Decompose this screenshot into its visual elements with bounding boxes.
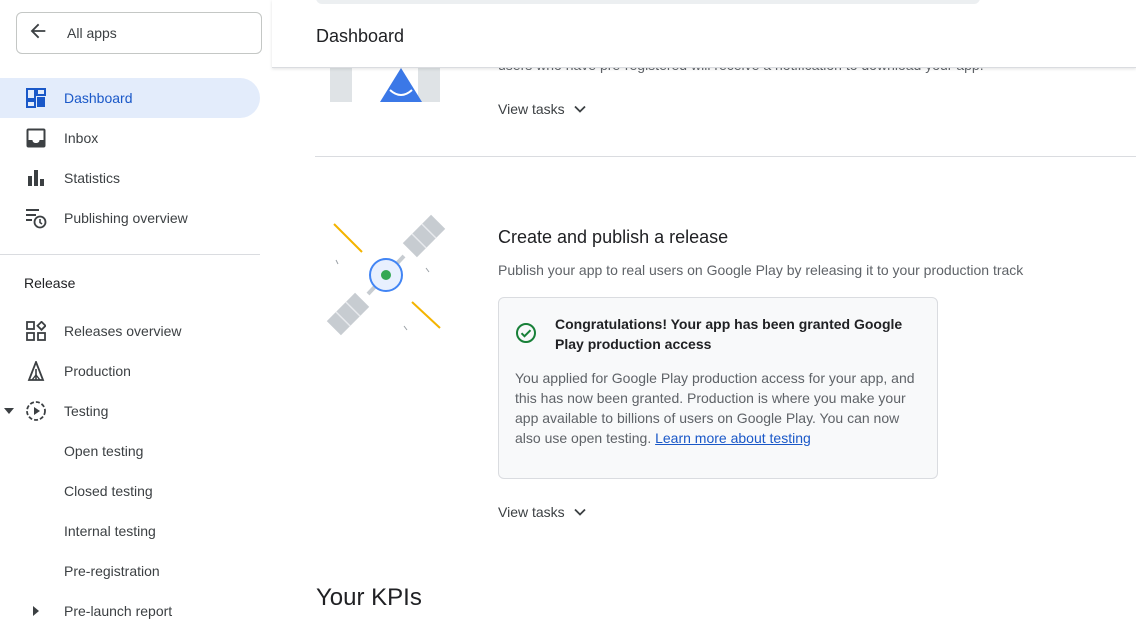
search-bar[interactable] xyxy=(316,0,980,4)
sidebar-item-releases-overview[interactable]: Releases overview xyxy=(0,311,260,351)
view-tasks-label: View tasks xyxy=(498,101,565,117)
kpis-heading: Your KPIs xyxy=(316,584,422,611)
sidebar-item-label: Pre-launch report xyxy=(64,603,173,619)
production-access-notice: Congratulations! Your app has been grant… xyxy=(498,297,938,479)
sidebar-item-open-testing[interactable]: Open testing xyxy=(0,431,260,471)
all-apps-label: All apps xyxy=(67,25,117,41)
sidebar-divider xyxy=(0,254,260,255)
sidebar-item-dashboard[interactable]: Dashboard xyxy=(0,78,260,118)
sidebar: All apps Dashboard Inbox Statistics Publ… xyxy=(0,0,272,634)
main-content: users who have pre-registered will recei… xyxy=(272,0,1136,634)
sidebar-item-label: Statistics xyxy=(64,170,121,186)
page-header: Dashboard xyxy=(272,0,1136,68)
caret-down-icon[interactable] xyxy=(4,391,14,431)
arrow-back-icon xyxy=(27,20,49,47)
sidebar-item-internal-testing[interactable]: Internal testing xyxy=(0,511,260,551)
notice-title: Congratulations! Your app has been grant… xyxy=(555,316,903,352)
sidebar-item-statistics[interactable]: Statistics xyxy=(0,158,260,198)
caret-right-icon[interactable] xyxy=(32,591,40,631)
chevron-down-icon xyxy=(574,105,586,113)
sidebar-item-label: Internal testing xyxy=(64,523,156,539)
sidebar-item-label: Inbox xyxy=(64,130,99,146)
bar-chart-icon xyxy=(24,166,48,190)
sidebar-item-pre-launch-report[interactable]: Pre-launch report xyxy=(0,591,260,631)
notice-body: You applied for Google Play production a… xyxy=(515,368,923,448)
sidebar-item-label: Publishing overview xyxy=(64,210,188,226)
page-title: Dashboard xyxy=(316,26,405,46)
sidebar-item-label: Closed testing xyxy=(64,483,153,499)
sidebar-item-testing[interactable]: Testing xyxy=(0,391,260,431)
publishing-icon xyxy=(24,206,48,230)
release-card-subtitle: Publish your app to real users on Google… xyxy=(498,262,1024,278)
sidebar-item-inbox[interactable]: Inbox xyxy=(0,118,260,158)
inbox-icon xyxy=(24,126,48,150)
section-divider xyxy=(315,156,1136,157)
satellite-illustration xyxy=(324,206,454,342)
sidebar-item-label: Production xyxy=(64,363,131,379)
release-card-title: Create and publish a release xyxy=(498,227,729,247)
testing-icon xyxy=(24,399,48,423)
sidebar-item-label: Dashboard xyxy=(64,90,133,106)
chevron-down-icon xyxy=(574,508,586,516)
sidebar-item-publishing-overview[interactable]: Publishing overview xyxy=(0,198,260,238)
sidebar-item-closed-testing[interactable]: Closed testing xyxy=(0,471,260,511)
production-icon xyxy=(24,359,48,383)
view-tasks-label: View tasks xyxy=(498,504,565,520)
dashboard-icon xyxy=(24,86,48,110)
sidebar-item-label: Open testing xyxy=(64,443,144,459)
release-section-title: Release xyxy=(24,275,76,291)
check-circle-icon xyxy=(515,322,537,349)
releases-overview-icon xyxy=(24,319,48,343)
sidebar-item-label: Testing xyxy=(64,403,109,419)
sidebar-item-label: Releases overview xyxy=(64,323,182,339)
sidebar-item-production[interactable]: Production xyxy=(0,351,260,391)
sidebar-item-pre-registration[interactable]: Pre-registration xyxy=(0,551,260,591)
all-apps-button[interactable]: All apps xyxy=(16,12,262,54)
learn-more-testing-link[interactable]: Learn more about testing xyxy=(655,430,811,446)
sidebar-item-label: Pre-registration xyxy=(64,563,160,579)
view-tasks-button[interactable]: View tasks xyxy=(498,101,587,117)
release-view-tasks-button[interactable]: View tasks xyxy=(498,504,587,520)
